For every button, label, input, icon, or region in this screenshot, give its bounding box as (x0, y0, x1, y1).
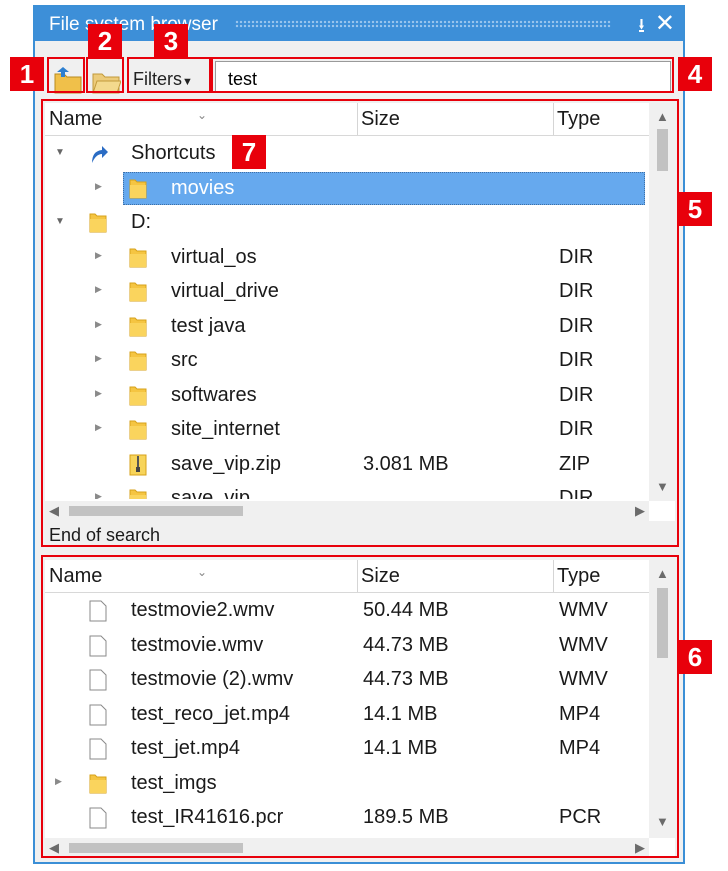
callout-box-4 (211, 57, 674, 93)
window-title: File system browser (49, 14, 218, 35)
callout-badge-5: 5 (678, 192, 712, 226)
callout-badge-1: 1 (10, 57, 44, 91)
callout-box-6 (41, 555, 679, 858)
callout-badge-7: 7 (232, 135, 266, 169)
callout-badge-3: 3 (154, 24, 188, 58)
callout-badge-2: 2 (88, 24, 122, 58)
close-icon[interactable]: ✕ (655, 9, 675, 38)
callout-box-3 (127, 57, 211, 93)
callout-box-5 (41, 99, 679, 547)
title-bar[interactable]: File system browser ⭳ ✕ (35, 7, 683, 41)
callout-badge-6: 6 (678, 640, 712, 674)
callout-box-1 (47, 57, 85, 93)
callout-box-2 (86, 57, 124, 93)
pin-icon[interactable]: ⭳ (638, 11, 645, 45)
title-grip[interactable] (235, 20, 611, 28)
callout-badge-4: 4 (678, 57, 712, 91)
